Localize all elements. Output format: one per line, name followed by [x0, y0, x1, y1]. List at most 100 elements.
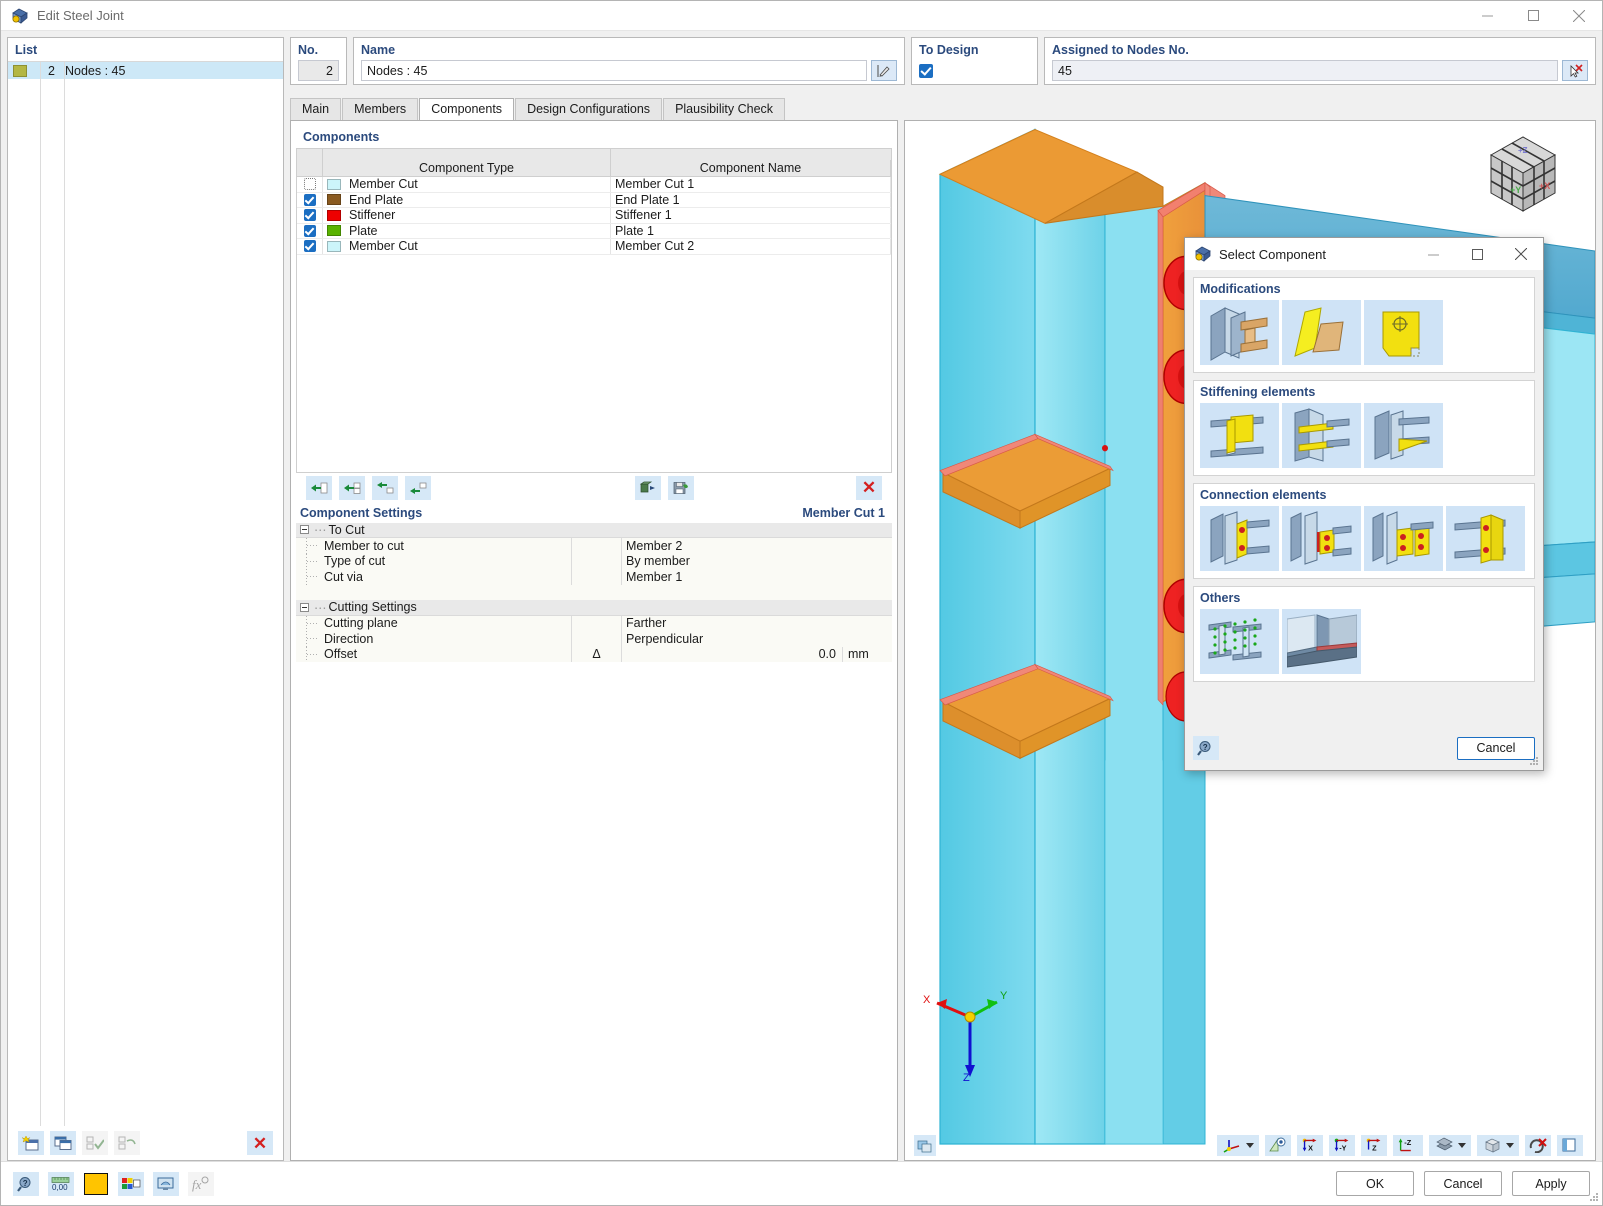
- property-row[interactable]: Cutting plane Farther: [296, 615, 892, 632]
- list-item[interactable]: 2 Nodes : 45: [8, 62, 283, 79]
- delete-component-button[interactable]: ✕: [856, 475, 882, 500]
- joint-list[interactable]: 2 Nodes : 45: [8, 62, 283, 1126]
- property-value[interactable]: By member: [622, 554, 892, 570]
- assigned-nodes-input[interactable]: 45: [1052, 60, 1558, 81]
- bolt-grid-thumb[interactable]: [1200, 609, 1279, 674]
- help-button[interactable]: ?: [13, 1171, 39, 1196]
- web-plate-thumb[interactable]: [1364, 506, 1443, 571]
- coordinate-system-button[interactable]: [1217, 1134, 1259, 1156]
- tab-design-configurations[interactable]: Design Configurations: [515, 98, 663, 120]
- view-settings-button[interactable]: [153, 1171, 179, 1196]
- select-all-button[interactable]: [82, 1131, 108, 1155]
- view-in-z-button[interactable]: Z: [1361, 1134, 1387, 1156]
- cancel-button[interactable]: Cancel: [1424, 1171, 1502, 1196]
- weld-thumb[interactable]: [1282, 609, 1361, 674]
- row-checkbox[interactable]: [303, 224, 316, 237]
- to-design-checkbox[interactable]: [919, 63, 933, 78]
- name-edit-button[interactable]: [871, 60, 897, 81]
- property-value[interactable]: Perpendicular: [622, 631, 892, 647]
- clear-selection-button[interactable]: [1525, 1134, 1551, 1156]
- end-plate-thumb[interactable]: [1200, 506, 1279, 571]
- sc-help-button[interactable]: ?: [1193, 736, 1219, 760]
- tab-members[interactable]: Members: [342, 98, 419, 120]
- property-value[interactable]: Member 1: [622, 569, 892, 585]
- property-value[interactable]: Farther: [622, 616, 892, 632]
- fin-plate-thumb[interactable]: [1282, 506, 1361, 571]
- insert-below-button[interactable]: [405, 475, 431, 500]
- sc-minimize-button[interactable]: [1411, 239, 1455, 269]
- delete-joint-button[interactable]: ✕: [247, 1131, 273, 1155]
- row-checkbox[interactable]: [303, 240, 316, 253]
- import-component-button[interactable]: [635, 475, 661, 500]
- table-row[interactable]: Plate Plate 1: [297, 223, 891, 239]
- view-in-y-button[interactable]: -Y: [1329, 1134, 1355, 1156]
- table-row[interactable]: Member Cut Member Cut 2: [297, 239, 891, 255]
- close-button[interactable]: [1556, 1, 1602, 31]
- property-row[interactable]: Offset Δ 0.0 mm: [296, 646, 892, 663]
- table-row[interactable]: End Plate End Plate 1: [297, 192, 891, 208]
- sc-resize-grip[interactable]: [1529, 756, 1539, 766]
- haunch-thumb[interactable]: [1364, 403, 1443, 468]
- collapse-icon[interactable]: [300, 525, 309, 535]
- copy-joint-button[interactable]: [50, 1131, 76, 1155]
- opening-thumb[interactable]: [1364, 300, 1443, 365]
- ok-button[interactable]: OK: [1336, 1171, 1414, 1196]
- property-group-header[interactable]: ⋯ To Cut: [296, 522, 892, 538]
- view-direction-button[interactable]: [1265, 1134, 1291, 1156]
- plate-cut-thumb[interactable]: [1282, 300, 1361, 365]
- row-checkbox[interactable]: [303, 178, 316, 191]
- view-minus-z-button[interactable]: -Z: [1393, 1134, 1423, 1156]
- invert-selection-button[interactable]: [114, 1131, 140, 1155]
- angle-cleat-thumb[interactable]: [1446, 506, 1525, 571]
- insert-above-button[interactable]: [372, 475, 398, 500]
- sc-maximize-button[interactable]: [1455, 239, 1499, 269]
- property-value[interactable]: Member 2: [622, 538, 892, 554]
- minimize-button[interactable]: [1464, 1, 1510, 31]
- chevron-down-icon[interactable]: [1457, 1142, 1466, 1148]
- units-button[interactable]: 0,00: [48, 1171, 74, 1196]
- column-header-name: Component Name: [611, 160, 891, 176]
- resize-grip[interactable]: [1589, 1192, 1599, 1202]
- name-input[interactable]: Nodes : 45: [361, 60, 867, 81]
- table-row[interactable]: Stiffener Stiffener 1: [297, 208, 891, 224]
- display-settings-button[interactable]: [118, 1171, 144, 1196]
- row-checkbox[interactable]: [303, 209, 316, 222]
- insert-component-after-button[interactable]: [339, 475, 365, 500]
- row-checkbox[interactable]: [303, 193, 316, 206]
- chevron-down-icon[interactable]: [1505, 1142, 1514, 1148]
- no-value: 2: [298, 60, 339, 81]
- tab-plausibility-check[interactable]: Plausibility Check: [663, 98, 786, 120]
- sc-cancel-button[interactable]: Cancel: [1457, 736, 1535, 760]
- pick-nodes-button[interactable]: [1562, 60, 1588, 81]
- display-properties-button[interactable]: [1557, 1134, 1583, 1156]
- property-row[interactable]: Type of cut By member: [296, 553, 892, 570]
- wireframe-button[interactable]: [1477, 1134, 1519, 1156]
- property-row[interactable]: Direction Perpendicular: [296, 631, 892, 647]
- maximize-button[interactable]: [1510, 1, 1556, 31]
- table-empty-area: [296, 254, 892, 473]
- property-group-header[interactable]: ⋯ Cutting Settings: [296, 600, 892, 616]
- insert-component-button[interactable]: [306, 475, 332, 500]
- member-cut-thumb[interactable]: [1200, 300, 1279, 365]
- tab-components[interactable]: Components: [419, 98, 515, 120]
- table-row[interactable]: Member Cut Member Cut 1: [297, 177, 891, 193]
- viewport-toolbar: X -Y Z -Z: [905, 1130, 1595, 1160]
- view-in-x-button[interactable]: X: [1297, 1134, 1323, 1156]
- stiffener-thumb[interactable]: [1200, 403, 1279, 468]
- new-joint-button[interactable]: [18, 1131, 44, 1155]
- collapse-icon[interactable]: [300, 602, 309, 612]
- render-style-button[interactable]: [1429, 1134, 1471, 1156]
- chevron-down-icon[interactable]: [1245, 1142, 1254, 1148]
- property-value[interactable]: 0.0: [622, 647, 842, 663]
- save-component-button[interactable]: [668, 475, 694, 500]
- property-row[interactable]: Member to cut Member 2: [296, 538, 892, 554]
- navigation-cube[interactable]: +Y +X +Z: [1483, 131, 1563, 217]
- double-stiffener-thumb[interactable]: [1282, 403, 1361, 468]
- formula-button[interactable]: fx: [188, 1171, 214, 1196]
- color-button[interactable]: [83, 1172, 109, 1196]
- apply-button[interactable]: Apply: [1512, 1171, 1590, 1196]
- sc-close-button[interactable]: [1499, 239, 1543, 269]
- property-row[interactable]: Cut via Member 1: [296, 569, 892, 585]
- tab-main[interactable]: Main: [290, 98, 342, 120]
- property-unit: mm: [842, 646, 892, 662]
